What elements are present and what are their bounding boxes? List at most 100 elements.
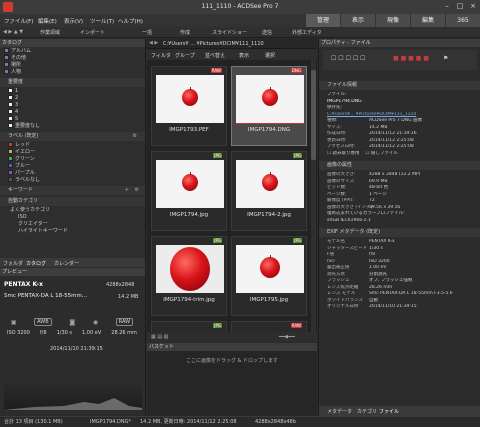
properties-tabs: メタデータ カテゴリ ファイル — [319, 406, 480, 416]
label-item[interactable]: ブルー — [8, 163, 145, 170]
file-type-badge: JPG — [213, 153, 222, 158]
close-icon[interactable]: × — [468, 2, 478, 11]
gear-icon[interactable]: ⚙ — [135, 186, 139, 195]
external-editor-button[interactable]: 外部エディタ — [292, 29, 322, 36]
label-item[interactable]: レッド — [8, 142, 145, 149]
send-button[interactable]: 送信 — [262, 29, 272, 36]
mode-manage-button[interactable]: 管理 — [306, 14, 340, 27]
label-section-header[interactable]: ラベル (既定) ⚙ — [0, 132, 145, 141]
tab-metadata[interactable]: メタデータ — [327, 408, 352, 415]
auto-category-item[interactable]: よく使うカテゴリ — [10, 207, 145, 214]
blue-label-swatch — [8, 163, 13, 168]
batch-button[interactable]: 一括 — [142, 29, 152, 36]
menu-file[interactable]: ファイル(F) — [4, 17, 33, 25]
ev-value: 1.00 eV — [82, 330, 102, 336]
grid-scrollbar[interactable] — [311, 60, 316, 332]
focal-value: 28.26 mm — [111, 330, 137, 336]
thumbnail-image — [236, 75, 304, 123]
auto-category-item[interactable]: ハイライトキーワード — [10, 228, 145, 235]
red-label-swatch — [8, 142, 13, 147]
workspace-button[interactable]: 作業領域 — [40, 29, 60, 36]
thumbnail-grid: RAW IMGP1793.PEF DNG IMGP1794.DNG JPG IM… — [147, 60, 317, 332]
label-item[interactable]: ラベルなし — [8, 177, 145, 184]
rating-item[interactable]: 3 — [8, 102, 145, 109]
rating-item[interactable]: 重要度なし — [8, 123, 145, 130]
thumbnail-cell[interactable]: RAW IMGP1793.PEF — [151, 66, 227, 146]
menu-edit[interactable]: 編集(E) — [38, 17, 57, 25]
file-type-badge: JPG — [213, 238, 222, 243]
status-current-file: IMGP1794.DNG* — [90, 419, 131, 425]
nav-back-icon[interactable]: ◀ ▶ — [149, 40, 158, 46]
rating-section-header[interactable]: 重要度 — [0, 78, 145, 87]
filter-button[interactable]: フィルタ — [151, 52, 171, 59]
flag-icon[interactable]: ⚑ — [443, 55, 448, 62]
thumbnail-image — [156, 245, 224, 293]
tab-category[interactable]: カテゴリ — [357, 408, 377, 415]
menu-view[interactable]: 表示(V) — [64, 17, 83, 25]
tab-folders[interactable]: フォルダ — [3, 260, 23, 267]
red-label-bar — [236, 123, 304, 124]
category-item[interactable]: 人物 — [4, 69, 145, 76]
label-swatches[interactable]: ■ ■ ■ ■ ■ — [393, 55, 429, 62]
thumbnail-cell[interactable]: JPG — [151, 321, 227, 332]
exif-header[interactable]: EXIF メタデータ (既定) — [319, 228, 480, 237]
thumbnail-name: IMGP1794-trim.jpg — [163, 297, 215, 303]
auto-category-item[interactable]: ISO — [10, 214, 145, 221]
gear-icon[interactable]: ⚙ — [133, 132, 137, 141]
mode-develop-button[interactable]: 現像 — [376, 14, 410, 27]
exposure-summary: ISO 3200 f/8 1/30 s 1.00 eV 28.26 mm — [2, 330, 142, 340]
category-item[interactable]: アルバム — [4, 48, 145, 55]
select-button[interactable]: 選択 — [265, 52, 275, 59]
mode-edit-button[interactable]: 編集 — [411, 14, 445, 27]
auto-category-item[interactable]: クリエイター — [10, 221, 145, 228]
keyword-section-header[interactable]: キーワード + ⚙ — [0, 186, 145, 195]
rating-boxes[interactable]: ☐ ☐ ☐ ☐ ☐ — [331, 55, 366, 62]
label-item[interactable]: パープル — [8, 170, 145, 177]
rating-item[interactable]: 1 — [8, 88, 145, 95]
rating-item[interactable]: 4 — [8, 109, 145, 116]
camera-icon: ◙ — [69, 318, 76, 326]
minimize-icon[interactable]: – — [442, 2, 452, 11]
thumbnail-cell[interactable]: JPG IMGP1794-trim.jpg — [151, 236, 227, 316]
thumbnail-image — [156, 160, 224, 208]
tab-file[interactable]: ファイル — [379, 408, 399, 415]
nav-arrows-icon[interactable]: ◀ ▶ ▲ ▼ — [3, 29, 23, 35]
label-item[interactable]: イエロー — [8, 149, 145, 156]
mode-365-button[interactable]: 365 — [446, 14, 480, 27]
menu-help[interactable]: ヘルプ(H) — [118, 17, 143, 25]
zoom-slider[interactable]: ━━◆━━ — [279, 334, 295, 340]
file-info-header[interactable]: ファイル情報 — [319, 81, 480, 90]
category-item[interactable]: 場所 — [4, 62, 145, 69]
view-mode-icons[interactable]: ▦ ▤ ▧ — [151, 334, 168, 340]
apple-image — [260, 257, 280, 278]
tab-catalog[interactable]: カタログ — [26, 260, 46, 267]
mode-view-button[interactable]: 表示 — [341, 14, 375, 27]
group-button[interactable]: グループ — [175, 52, 195, 59]
thumbnail-cell[interactable]: JPG IMGP1794-2.jpg — [231, 151, 307, 231]
auto-category-section-header[interactable]: 自動カテゴリ — [0, 197, 145, 206]
thumbnail-cell[interactable]: RAW — [231, 321, 307, 332]
rating-item[interactable]: 2 — [8, 95, 145, 102]
checkbox-row[interactable]: ☐ 読み取り専用 ☐ 隠しファイル — [327, 151, 476, 158]
sort-button[interactable]: 並べ替え — [205, 52, 225, 59]
menu-tools[interactable]: ツール(T) — [90, 17, 114, 25]
thumbnail-cell-selected[interactable]: DNG IMGP1794.DNG — [231, 66, 307, 146]
create-button[interactable]: 作成 — [180, 29, 190, 36]
category-item[interactable]: その他 — [4, 55, 145, 62]
maximize-icon[interactable]: □ — [455, 2, 465, 11]
plus-icon[interactable]: + — [125, 186, 129, 195]
thumbnail-cell[interactable]: JPG IMGP1794.jpg — [151, 151, 227, 231]
rating-item[interactable]: 5 — [8, 116, 145, 123]
import-button[interactable]: インポート — [80, 29, 105, 36]
slideshow-button[interactable]: スライドショー — [212, 29, 247, 36]
view-button[interactable]: 表示 — [239, 52, 249, 59]
path-text[interactable]: C:¥Users¥ ... ¥Pictures¥DCIM¥111_1110 — [163, 41, 313, 47]
label-item[interactable]: グリーン — [8, 156, 145, 163]
preview-date: 2014/11/10 21:39:15 — [50, 346, 103, 352]
thumbnail-cell[interactable]: JPG IMGP1795.jpg — [231, 236, 307, 316]
image-attr-header[interactable]: 画像の属性 — [319, 161, 480, 170]
file-type-badge: JPG — [213, 323, 222, 328]
tab-calendar[interactable]: カレンダー — [54, 260, 79, 267]
preview-panel: プレビュー PENTAX K-x 4288x2848 Smc PENTAX-DA… — [0, 268, 146, 415]
category-icon — [4, 55, 9, 60]
